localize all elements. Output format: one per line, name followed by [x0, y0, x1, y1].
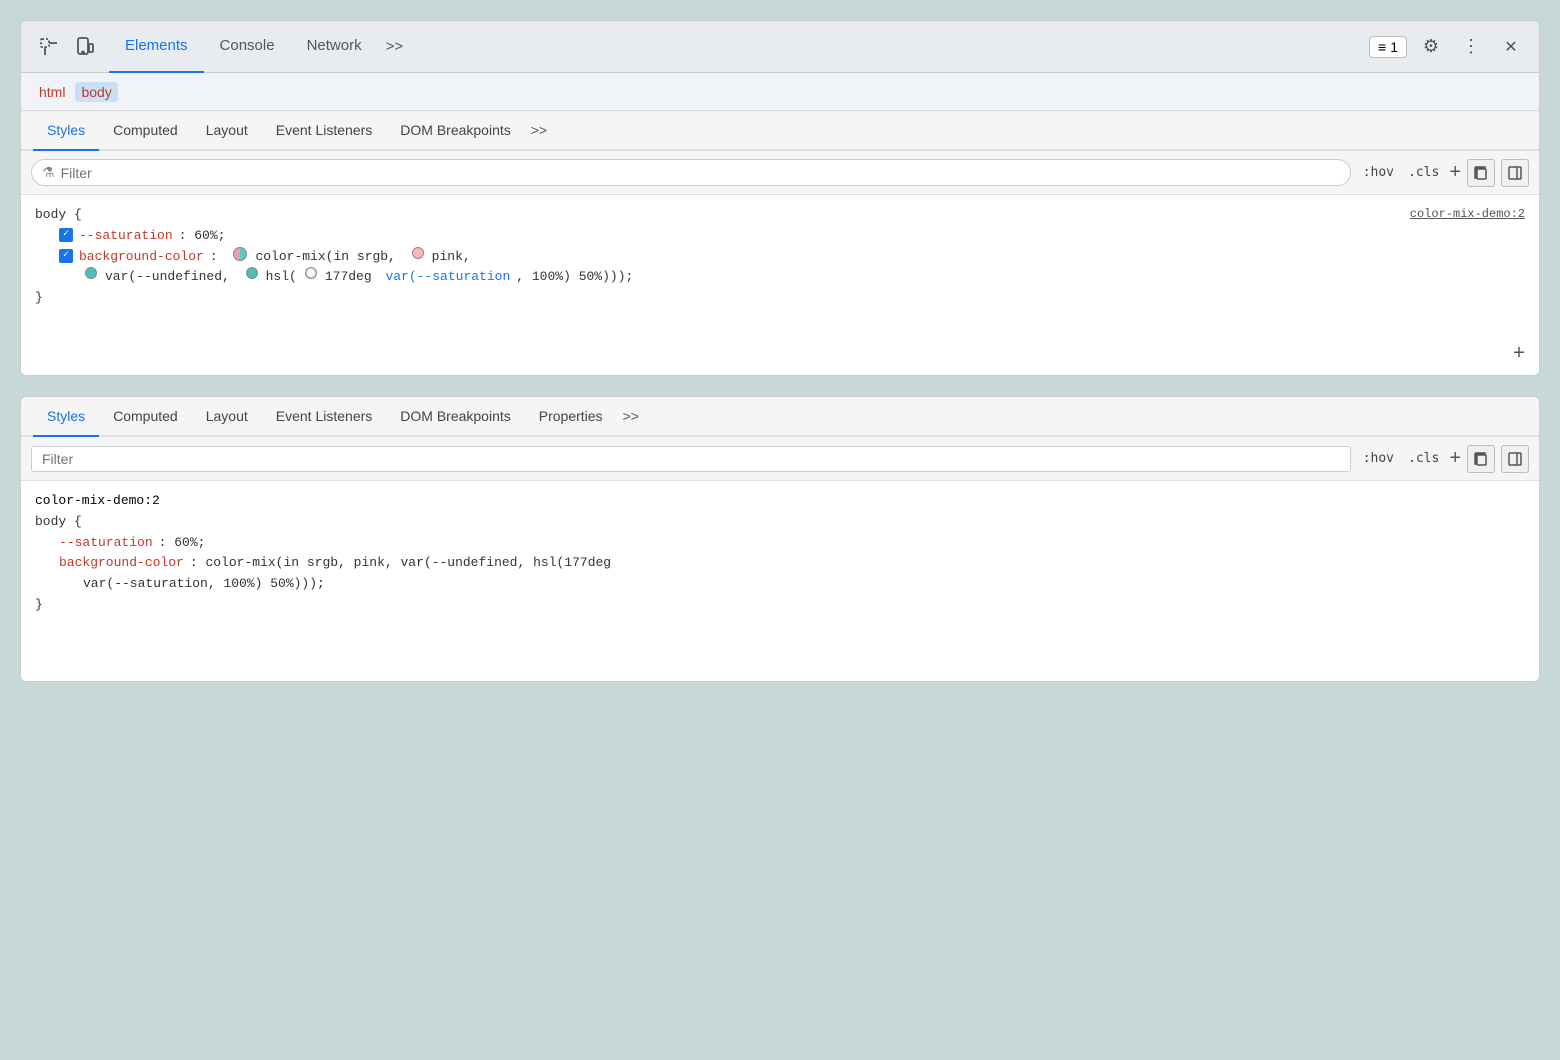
subtab-layout[interactable]: Layout [192, 111, 262, 151]
subtab-event-listeners[interactable]: Event Listeners [262, 111, 387, 151]
bottom-subtab-computed[interactable]: Computed [99, 397, 192, 437]
bottom-subtab-styles[interactable]: Styles [33, 397, 99, 437]
bottom-subtab-layout[interactable]: Layout [192, 397, 262, 437]
saturation-prop-value: : 60%; [179, 226, 226, 247]
saturation-checkbox[interactable] [59, 228, 73, 242]
filter-input-wrap: ⚗ [31, 159, 1351, 186]
filter-bar: ⚗ :hov .cls + [21, 151, 1539, 195]
hsl-circle[interactable] [305, 267, 317, 279]
toolbar-tabs: Elements Console Network >> [109, 21, 411, 73]
cls-button[interactable]: .cls [1404, 163, 1443, 182]
bottom-file-link[interactable]: color-mix-demo:2 [35, 493, 160, 508]
tab-console[interactable]: Console [204, 21, 291, 73]
close-button[interactable]: ✕ [1495, 31, 1527, 63]
bottom-cls-button[interactable]: .cls [1404, 449, 1443, 468]
tab-network[interactable]: Network [291, 21, 378, 73]
styles-code-area: color-mix-demo:2 body { --saturation : 6… [21, 195, 1539, 375]
bottom-saturation-prop-value: : 60%; [159, 533, 206, 554]
bg-color-checkbox[interactable] [59, 249, 73, 263]
saturation-line: --saturation : 60%; [35, 226, 1525, 247]
close-icon: ✕ [1504, 37, 1517, 57]
bottom-styles-code-area: color-mix-demo:2 body { --saturation : 6… [21, 481, 1539, 681]
bottom-bg-color-val1: : color-mix(in srgb, pink, var(--undefin… [190, 553, 611, 574]
tab-elements[interactable]: Elements [109, 21, 204, 73]
tab-more[interactable]: >> [378, 30, 412, 63]
toolbar: Elements Console Network >> ≡ 1 ⚙ ⋮ ✕ [21, 21, 1539, 73]
devtools-bottom-panel: Styles Computed Layout Event Listeners D… [20, 396, 1540, 682]
badge-count: 1 [1390, 39, 1398, 55]
breadcrumb-body[interactable]: body [75, 82, 117, 102]
devtools-top-panel: Elements Console Network >> ≡ 1 ⚙ ⋮ ✕ ht… [20, 20, 1540, 376]
bottom-subtabs: Styles Computed Layout Event Listeners D… [21, 397, 1539, 437]
pink-swatch[interactable] [412, 247, 424, 259]
saturation-prop-name: --saturation [79, 226, 173, 247]
toggle-sidebar-button[interactable] [1501, 159, 1529, 187]
top-subtabs: Styles Computed Layout Event Listeners D… [21, 111, 1539, 151]
filter-actions: :hov .cls + [1359, 159, 1529, 187]
settings-button[interactable]: ⚙ [1415, 31, 1447, 63]
saturation-link[interactable]: var(--saturation [385, 267, 510, 288]
subtab-computed[interactable]: Computed [99, 111, 192, 151]
bottom-saturation-prop-name: --saturation [59, 533, 153, 554]
bg-color-prop-name: background-color [79, 247, 204, 268]
filter-icon: ⚗ [42, 164, 55, 181]
add-rule-button[interactable]: + [1513, 345, 1525, 365]
bottom-subtab-dom-breakpoints[interactable]: DOM Breakpoints [386, 397, 524, 437]
bg-pink: pink, [432, 247, 471, 268]
bottom-filter-input-wrap [31, 446, 1351, 472]
bottom-bg-color-line1: background-color : color-mix(in srgb, pi… [35, 553, 1525, 574]
hsl-end: , 100%) 50%))); [516, 267, 633, 288]
bottom-filter-bar: :hov .cls + [21, 437, 1539, 481]
bottom-bg-color-prop: background-color [59, 553, 184, 574]
closing-brace: } [35, 288, 43, 309]
selector-text: body { [35, 205, 82, 226]
message-badge[interactable]: ≡ 1 [1369, 36, 1407, 58]
file-link[interactable]: color-mix-demo:2 [1410, 205, 1525, 224]
bottom-selector-text: body { [35, 512, 82, 533]
style-copy-button[interactable] [1467, 159, 1495, 187]
cursor-icon[interactable] [33, 31, 65, 63]
bottom-bg-color-val2: var(--saturation, 100%) 50%))); [83, 574, 325, 595]
bg-color-line: background-color : color-mix(in srgb, pi… [35, 247, 1525, 268]
bottom-saturation-line: --saturation : 60%; [35, 533, 1525, 554]
bottom-style-copy-button[interactable] [1467, 445, 1495, 473]
bottom-hov-button[interactable]: :hov [1359, 449, 1398, 468]
message-icon: ≡ [1378, 39, 1386, 55]
more-button[interactable]: ⋮ [1455, 31, 1487, 63]
bottom-closing-brace-line: } [35, 595, 1525, 616]
hov-button[interactable]: :hov [1359, 163, 1398, 182]
breadcrumb-html[interactable]: html [33, 82, 71, 102]
bottom-filter-input[interactable] [42, 451, 1340, 467]
color-mix-swatch[interactable] [233, 247, 247, 261]
teal-swatch-1[interactable] [85, 267, 97, 279]
selector-line: body { [35, 205, 1525, 226]
hsl-fn: hsl( [266, 267, 297, 288]
bottom-bg-color-line2: var(--saturation, 100%) 50%))); [35, 574, 1525, 595]
filter-input[interactable] [61, 165, 1340, 181]
more-dots-icon: ⋮ [1462, 36, 1480, 57]
hsl-deg: 177deg [325, 267, 380, 288]
bottom-closing-brace: } [35, 595, 43, 616]
subtab-styles[interactable]: Styles [33, 111, 99, 151]
bottom-subtab-event-listeners[interactable]: Event Listeners [262, 397, 387, 437]
bottom-subtab-properties[interactable]: Properties [525, 397, 617, 437]
subtab-dom-breakpoints[interactable]: DOM Breakpoints [386, 111, 524, 151]
bottom-toggle-sidebar-button[interactable] [1501, 445, 1529, 473]
bottom-add-style-button[interactable]: + [1449, 447, 1461, 470]
bg-color-mix-fn: color-mix(in srgb, [255, 247, 403, 268]
var-undefined: var(--undefined, [105, 267, 238, 288]
gear-icon: ⚙ [1423, 36, 1439, 57]
toolbar-right: ≡ 1 ⚙ ⋮ ✕ [1369, 31, 1527, 63]
bottom-filter-actions: :hov .cls + [1359, 445, 1529, 473]
teal-swatch-2[interactable] [246, 267, 258, 279]
device-icon[interactable] [69, 31, 101, 63]
add-style-button[interactable]: + [1449, 161, 1461, 184]
closing-brace-line: } [35, 288, 1525, 309]
bottom-subtab-more[interactable]: >> [617, 404, 645, 428]
var-line: var(--undefined, hsl( 177deg var(--satur… [35, 267, 1525, 288]
breadcrumb: html body [21, 73, 1539, 111]
bottom-selector-line: body { [35, 512, 1525, 533]
subtab-more[interactable]: >> [525, 118, 553, 142]
bg-color-colon: : [210, 247, 226, 268]
